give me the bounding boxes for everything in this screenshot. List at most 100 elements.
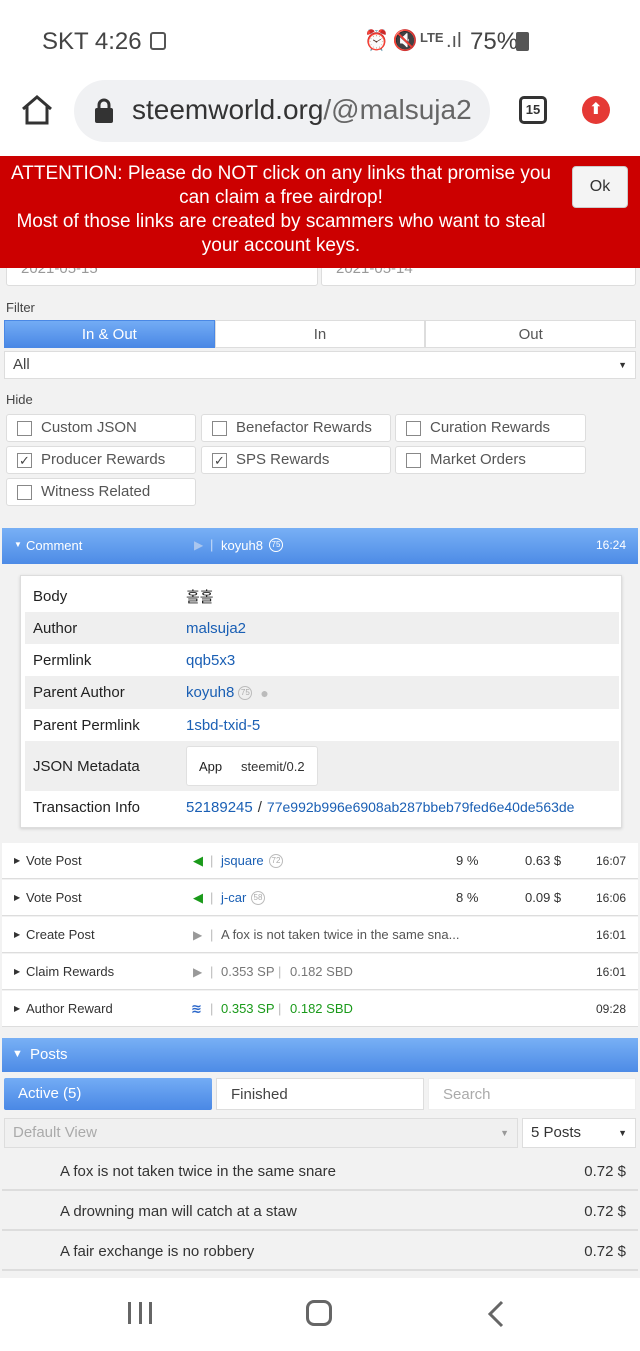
post-row[interactable]: A fox is not taken twice in the same sna… [2,1153,638,1191]
checkbox-label: Custom JSON [41,419,137,436]
post-title[interactable]: A drowning man will catch at a staw [60,1193,297,1231]
posts-header[interactable]: ▼ Posts [2,1038,638,1072]
url-bar[interactable]: steemworld.org/@malsuja2 [74,80,490,142]
filter-tabs: In & Out In Out [4,320,637,348]
tx-block-link[interactable]: 52189245 [177,799,253,816]
checkbox-label: Witness Related [41,483,151,500]
caret-down-icon: ▼ [12,1048,23,1060]
recent-apps-icon[interactable] [128,1302,152,1326]
post-count-value: 5 Posts [531,1124,582,1141]
checkbox-label: Benefactor Rewards [236,419,372,436]
post-title[interactable]: A fox is not taken twice in the same sna… [60,1153,336,1191]
hide-witness-related-checkbox[interactable]: Witness Related [6,478,196,506]
scam-warning-banner: ATTENTION: Please do NOT click on any li… [0,156,640,268]
checkbox-icon [17,485,32,500]
parent-author-link[interactable]: koyuh8 [177,684,234,701]
tx-separator: / [257,798,262,816]
filter-tab-in-out[interactable]: In & Out [4,320,215,348]
filter-tab-out[interactable]: Out [425,320,637,348]
incoming-arrow-icon: ◀ [193,853,203,868]
hide-market-orders-checkbox[interactable]: Market Orders [395,446,586,474]
op-type: Comment [26,538,83,553]
update-icon[interactable]: ⬆ [582,96,610,124]
detail-key: JSON Metadata [33,757,140,775]
comment-op-header[interactable]: ▼ Comment ▶ | koyuh8 75 16:24 [2,528,638,564]
checkmark-icon: ✓ [17,453,32,468]
battery-icon [516,32,529,51]
post-value: 0.72 $ [584,1163,626,1180]
play-icon: ▶ [194,538,204,552]
detail-row: Parent Author koyuh8 75 ● [25,676,619,709]
op-row-claim-rewards[interactable]: ▶ Claim Rewards ▶ | 0.353 SP | 0.182 SBD… [2,954,638,990]
view-select[interactable]: Default View ▼ [4,1118,518,1148]
banner-line1: ATTENTION: Please do NOT click on any li… [11,163,551,208]
date-to-input[interactable]: 2021-05-14 [321,268,636,286]
reputation-badge: 72 [269,854,283,868]
main-content: 2021-05-15 2021-05-14 Filter In & Out In… [0,268,640,1278]
hide-curation-rewards-checkbox[interactable]: Curation Rewards [395,414,586,442]
op-type: Vote Post [26,890,82,905]
steem-logo-icon: ≋ [191,1001,202,1016]
op-post-title[interactable]: A fox is not taken twice in the same sna… [221,917,459,953]
op-row-vote-post[interactable]: ▶ Vote Post ◀ | jsquare 72 9 % 0.63 $ 16… [2,843,638,879]
op-user[interactable]: koyuh8 [221,538,263,553]
filter-select[interactable]: All ▼ [4,351,636,379]
banner-ok-button[interactable]: Ok [572,166,628,208]
posts-tab-active[interactable]: Active (5) [4,1078,212,1110]
detail-row: Author malsuja2 [25,612,619,644]
op-row-vote-post[interactable]: ▶ Vote Post ◀ | j-car 58 8 % 0.09 $ 16:0… [2,880,638,916]
checkbox-label: SPS Rewards [236,451,330,468]
hide-producer-rewards-checkbox[interactable]: ✓ Producer Rewards [6,446,196,474]
op-time: 16:01 [595,965,626,979]
separator: | [210,537,214,552]
op-row-create-post[interactable]: ▶ Create Post ▶ | A fox is not taken twi… [2,917,638,953]
posts-tab-finished[interactable]: Finished [216,1078,424,1110]
op-value: 0.63 $ [525,853,562,868]
post-row[interactable]: A fair exchange is no robbery 0.72 $ [2,1233,638,1271]
checkbox-label: Curation Rewards [430,419,551,436]
hide-label: Hide [6,392,33,407]
tx-id-link[interactable]: 77e992b996e6908ab287bbeb79fed6e40de563de [267,799,575,815]
filter-tab-in[interactable]: In [214,320,426,348]
checkbox-icon [406,453,421,468]
hide-custom-json-checkbox[interactable]: Custom JSON [6,414,196,442]
tab-switcher-button[interactable]: 15 [519,96,547,124]
post-value: 0.72 $ [584,1243,626,1260]
date-from-value: 2021-05-15 [21,268,98,277]
op-time: 09:28 [595,1002,626,1016]
banner-line2: Most of those links are created by scamm… [16,211,546,256]
caret-right-icon: ▶ [14,930,21,939]
detail-key: Body [33,587,68,605]
author-link[interactable]: malsuja2 [177,620,246,637]
op-user[interactable]: j-car [221,880,246,916]
op-type: Author Reward [26,1001,113,1016]
checkbox-icon [17,421,32,436]
op-type: Vote Post [26,853,82,868]
post-count-select[interactable]: 5 Posts ▼ [522,1118,636,1148]
checkmark-icon: ✓ [212,453,227,468]
parent-permlink-link[interactable]: 1sbd-txid-5 [177,717,260,734]
hide-sps-rewards-checkbox[interactable]: ✓ SPS Rewards [201,446,391,474]
separator: | [210,1001,214,1016]
tab-count: 15 [525,102,541,117]
op-row-author-reward[interactable]: ▶ Author Reward ≋ | 0.353 SP | 0.182 SBD… [2,991,638,1027]
back-icon[interactable] [486,1300,506,1328]
home-nav-icon[interactable] [306,1300,332,1326]
date-from-input[interactable]: 2021-05-15 [6,268,318,286]
detail-row: Parent Permlink 1sbd-txid-5 [25,709,619,741]
hide-benefactor-rewards-checkbox[interactable]: Benefactor Rewards [201,414,391,442]
permlink-link[interactable]: qqb5x3 [177,652,235,669]
user-profile-icon[interactable]: ● [260,685,268,701]
detail-row: JSON Metadata App steemit/0.2 [25,741,619,791]
post-title[interactable]: A fair exchange is no robbery [60,1233,254,1271]
op-user[interactable]: jsquare [221,843,264,879]
checkbox-label: Market Orders [430,451,526,468]
tab-label: Active (5) [18,1085,82,1102]
posts-search-input[interactable]: Search [428,1078,636,1110]
home-icon[interactable] [20,94,54,126]
signal-icon: LTE [420,30,444,45]
checkbox-label: Producer Rewards [41,451,166,468]
op-time: 16:07 [595,854,626,868]
post-row[interactable]: A drowning man will catch at a staw 0.72… [2,1193,638,1231]
caret-right-icon: ▶ [14,1004,21,1013]
